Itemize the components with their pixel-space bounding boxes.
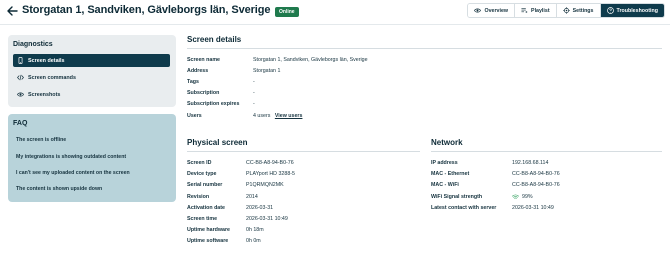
users-value: 4 users View users — [253, 113, 302, 119]
network-value: CC-B8-A8-94-B0-76 — [512, 171, 560, 177]
sidebar-item-screen-commands[interactable]: Screen commands — [13, 71, 170, 84]
wifi-icon — [512, 194, 519, 199]
tab-settings[interactable]: Settings — [556, 4, 601, 17]
sidebar-item-screen-details[interactable]: Screen details — [13, 54, 170, 67]
sidebar-item-label: Screen details — [28, 57, 65, 64]
network-title: Network — [431, 138, 463, 147]
detail-value: - — [253, 101, 255, 107]
faq-heading: FAQ — [13, 120, 28, 127]
faq-item[interactable]: I can't see my uploaded content on the s… — [16, 170, 130, 176]
network-label: Latest contact with server — [431, 205, 497, 211]
diagnostics-heading: Diagnostics — [13, 41, 53, 48]
physical-label: Serial number — [187, 182, 223, 188]
section-divider — [187, 151, 420, 152]
page-title: Storgatan 1, Sandviken, Gävleborgs län, … — [22, 4, 271, 16]
diagnostics-panel: Diagnostics Screen details Screen comman… — [8, 35, 176, 107]
sidebar-item-label: Screen commands — [28, 74, 76, 81]
screen-details-title: Screen details — [187, 35, 242, 44]
physical-label: Screen time — [187, 216, 218, 222]
faq-item[interactable]: The content is shown upside down — [16, 186, 102, 192]
detail-label: Address — [187, 68, 209, 74]
physical-value: 0h 18m — [246, 227, 264, 233]
detail-label: Subscription — [187, 90, 220, 96]
playlist-icon — [521, 7, 528, 14]
physical-label: Activation date — [187, 205, 225, 211]
detail-value: - — [253, 90, 255, 96]
network-label: MAC - Ethernet — [431, 171, 470, 177]
tab-label: Settings — [572, 7, 594, 14]
wifi-strength-value: 99% — [522, 194, 533, 200]
physical-value: P1QRMQN2MK — [246, 182, 284, 188]
network-value: 192.168.68.114 — [512, 160, 549, 166]
faq-panel: FAQ The screen is offline My integration… — [8, 114, 176, 202]
section-divider — [431, 151, 662, 152]
tab-label: Troubleshooting — [616, 7, 659, 14]
tab-playlist[interactable]: Playlist — [515, 4, 557, 17]
header-divider — [0, 24, 670, 25]
users-count: 4 users — [253, 113, 271, 119]
faq-item[interactable]: My integrations is showing outdated cont… — [16, 154, 126, 160]
physical-label: Uptime software — [187, 238, 229, 244]
code-icon — [17, 74, 24, 81]
physical-label: Revision — [187, 194, 210, 200]
physical-value: PLAYport HD 3288-5 — [246, 171, 295, 177]
detail-value: - — [253, 79, 255, 85]
eye-icon — [17, 92, 24, 97]
detail-label: Subscription expires — [187, 101, 240, 107]
physical-label: Screen ID — [187, 160, 212, 166]
physical-value: 0h 0m — [246, 238, 261, 244]
gear-icon — [562, 7, 570, 14]
sidebar-item-screenshots[interactable]: Screenshots — [13, 88, 170, 101]
sidebar-item-label: Screenshots — [28, 91, 61, 98]
faq-item[interactable]: The screen is offline — [16, 137, 66, 143]
detail-label: Screen name — [187, 57, 220, 63]
network-value: CC-B8-A8-94-B0-76 — [512, 182, 560, 188]
device-icon — [18, 57, 23, 64]
page-header: Storgatan 1, Sandviken, Gävleborgs län, … — [0, 0, 670, 24]
physical-value: CC-B8-A8-94-B0-76 — [246, 160, 294, 166]
detail-value: Storgatan 1 — [253, 68, 281, 74]
network-label: MAC - WiFi — [431, 182, 459, 188]
tab-label: Overview — [484, 7, 509, 14]
physical-label: Device type — [187, 171, 217, 177]
tab-label: Playlist — [531, 7, 550, 14]
detail-value: Storgatan 1, Sandviken, Gävleborgs län, … — [253, 57, 368, 63]
physical-value: 2026-03-31 — [246, 205, 274, 211]
network-label: WiFi Signal strength — [431, 194, 483, 200]
physical-value: 2014 — [246, 194, 258, 200]
section-divider — [187, 48, 662, 49]
detail-label: Tags — [187, 79, 199, 85]
tab-bar: Overview Playlist Settings Troubleshooti… — [467, 3, 665, 18]
tab-overview[interactable]: Overview — [468, 4, 516, 17]
network-label: IP address — [431, 160, 458, 166]
detail-label: Users — [187, 113, 202, 119]
view-users-link[interactable]: View users — [275, 113, 303, 119]
network-value: 2026-03-31 10:49 — [512, 205, 554, 211]
tab-troubleshooting[interactable]: Troubleshooting — [600, 4, 664, 17]
back-arrow-icon[interactable] — [6, 5, 18, 17]
physical-screen-title: Physical screen — [187, 138, 248, 147]
wifi-strength: 99% — [512, 194, 533, 200]
eye-icon — [474, 8, 482, 13]
status-badge: Online — [275, 7, 299, 17]
physical-value: 2026-03-31 10:49 — [246, 216, 288, 222]
physical-label: Uptime hardware — [187, 227, 230, 233]
help-circle-icon — [606, 7, 614, 14]
